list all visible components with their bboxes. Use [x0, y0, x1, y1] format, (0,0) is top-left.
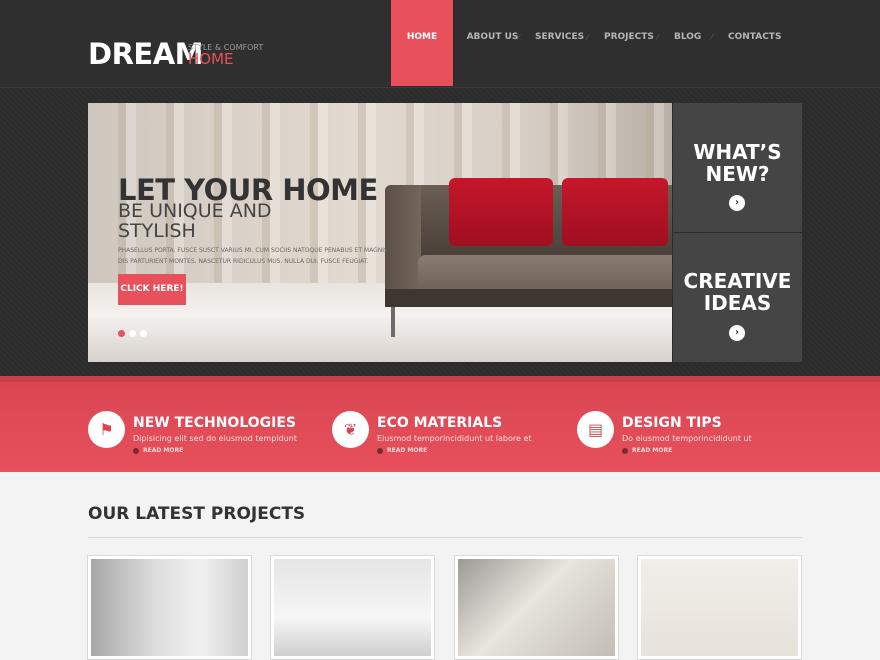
features-band: ⚑ NEW TECHNOLOGIES Dipisicing elit sed d…	[0, 376, 880, 472]
slider-dot-2[interactable]	[129, 330, 136, 337]
nav-separator: ⁄	[518, 33, 520, 42]
read-more-icon	[133, 448, 139, 454]
nav-item-blog[interactable]: BLOG	[674, 0, 701, 86]
logo-name: DREAM	[88, 37, 204, 71]
nav-item-home[interactable]: HOME	[391, 0, 453, 86]
click-here-button[interactable]: CLICK HERE!	[118, 274, 186, 305]
hero-subtitle: BE UNIQUE AND STYLISH	[118, 200, 272, 242]
feature-title[interactable]: DESIGN TIPS	[622, 415, 722, 431]
sofa-base	[385, 289, 672, 307]
divider	[88, 537, 802, 538]
projects-title: OUR LATEST PROJECTS	[88, 504, 306, 524]
flag-icon: ⚑	[88, 411, 125, 448]
whats-new-panel[interactable]: WHAT’S NEW? ›	[673, 103, 802, 232]
site-header: DREAM STYLE & COMFORT HOME HOME ABOUT US…	[0, 0, 880, 88]
feature-title[interactable]: NEW TECHNOLOGIES	[133, 415, 296, 431]
project-thumbnail[interactable]	[87, 555, 252, 660]
pillow	[449, 178, 553, 246]
nav-item-services[interactable]: SERVICES	[535, 0, 584, 86]
arrow-right-icon[interactable]: ›	[729, 325, 745, 341]
feature-text: Do eiusmod temporincididunt ut	[622, 434, 752, 443]
project-thumbnail[interactable]	[454, 555, 619, 660]
slider-dot-3[interactable]	[140, 330, 147, 337]
read-more-icon	[622, 448, 628, 454]
logo-sub: HOME	[188, 50, 234, 68]
project-image	[458, 559, 615, 656]
project-image	[91, 559, 248, 656]
creative-ideas-panel[interactable]: CREATIVE IDEAS ›	[673, 233, 802, 362]
read-more-icon	[377, 448, 383, 454]
project-thumbnail[interactable]	[637, 555, 802, 660]
feature-text: Eiusmod temporincididunt ut labore et	[377, 434, 532, 443]
sofa-leg	[391, 307, 395, 337]
book-icon: ▤	[577, 411, 614, 448]
project-thumbnail[interactable]	[270, 555, 435, 660]
panel-title-whats-new: WHAT’S NEW?	[693, 140, 782, 186]
pillow	[562, 178, 668, 246]
project-image	[274, 559, 431, 656]
nav-separator: ⁄	[657, 33, 659, 42]
project-image	[641, 559, 798, 656]
slider-dot-1[interactable]	[118, 330, 125, 337]
nav-separator: ⁄	[711, 33, 713, 42]
panel-title-creative-ideas: CREATIVE IDEAS	[683, 269, 792, 315]
nav-separator: ⁄	[587, 33, 589, 42]
nav-item-contacts[interactable]: CONTACTS	[728, 0, 781, 86]
hero-slider[interactable]: LET YOUR HOME BE UNIQUE AND STYLISH PHAS…	[88, 103, 672, 362]
feature-title[interactable]: ECO MATERIALS	[377, 415, 502, 431]
nav-item-about-us[interactable]: ABOUT US	[465, 0, 520, 86]
nav-item-projects[interactable]: PROJECTS	[604, 0, 654, 86]
feature-text: Dipisicing elit sed do eiusmod tempidunt	[133, 434, 297, 443]
sofa-arm	[385, 185, 421, 295]
read-more-link[interactable]: READ MORE	[632, 447, 672, 454]
leaf-icon: ❦	[332, 411, 369, 448]
arrow-right-icon[interactable]: ›	[729, 195, 745, 211]
read-more-link[interactable]: READ MORE	[143, 447, 183, 454]
hero-text: PHASELLUS PORTA. FUSCE SUSCT VARIUS MI. …	[118, 247, 388, 265]
read-more-link[interactable]: READ MORE	[387, 447, 427, 454]
